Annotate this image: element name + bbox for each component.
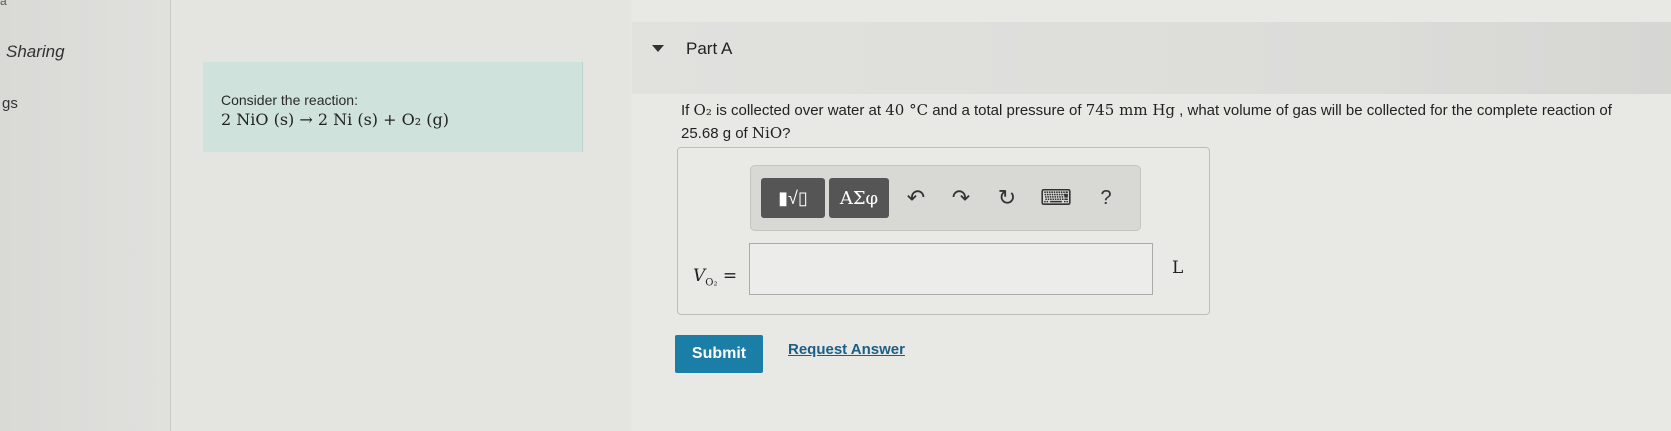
question-text: If O₂ is collected over water at 40 °C a… [681,99,1641,145]
greek-symbols-button[interactable]: ΑΣφ [829,178,889,218]
reaction-equation: 2 NiO (s) → 2 Ni (s) + O₂ (g) [221,110,449,129]
question-text-3: , what volume of gas will be collected f… [1175,102,1612,119]
reaction-box: Consider the reaction: 2 NiO (s) → 2 Ni … [203,62,583,152]
question-text-5: ? [782,125,791,142]
math-toolbar: ▮√▯ ΑΣφ ↶ ↷ ↻ ⌨ ? [750,165,1141,231]
help-button[interactable]: ? [1091,178,1121,218]
reset-icon[interactable]: ↻ [991,178,1023,218]
answer-variable-label: VO₂ = [693,266,737,288]
sidebar-top-letter: a [0,0,7,8]
answer-equals: = [722,266,738,286]
unit-label: L [1172,258,1184,278]
question-pressure: 745 mm Hg [1085,101,1175,119]
question-prefix: If [681,102,694,119]
answer-variable: V [693,266,706,286]
question-gas: O₂ [693,101,712,119]
question-compound: NiO [751,124,783,142]
sidebar-item-gs[interactable]: gs [2,95,18,112]
question-text-1: is collected over water at [711,102,886,119]
answer-input[interactable] [749,243,1153,295]
sidebar-item-sharing[interactable]: Sharing [6,42,65,62]
part-title[interactable]: Part A [686,39,732,59]
part-header[interactable] [632,22,1671,94]
undo-icon[interactable]: ↶ [901,178,931,218]
answer-subscript: O₂ [705,277,718,289]
redo-icon[interactable]: ↷ [946,178,976,218]
question-text-2: and a total pressure of [928,102,1086,119]
caret-down-icon[interactable] [652,45,664,52]
submit-button[interactable]: Submit [675,335,763,373]
sidebar [0,0,171,431]
question-text-4: of [731,125,752,142]
reaction-label: Consider the reaction: [221,92,358,108]
question-mass: 25.68 g [681,125,732,142]
keyboard-icon[interactable]: ⌨ [1036,178,1076,218]
request-answer-link[interactable]: Request Answer [788,341,905,358]
templates-icon[interactable]: ▮√▯ [761,178,825,218]
question-temperature: 40 °C [885,101,929,119]
